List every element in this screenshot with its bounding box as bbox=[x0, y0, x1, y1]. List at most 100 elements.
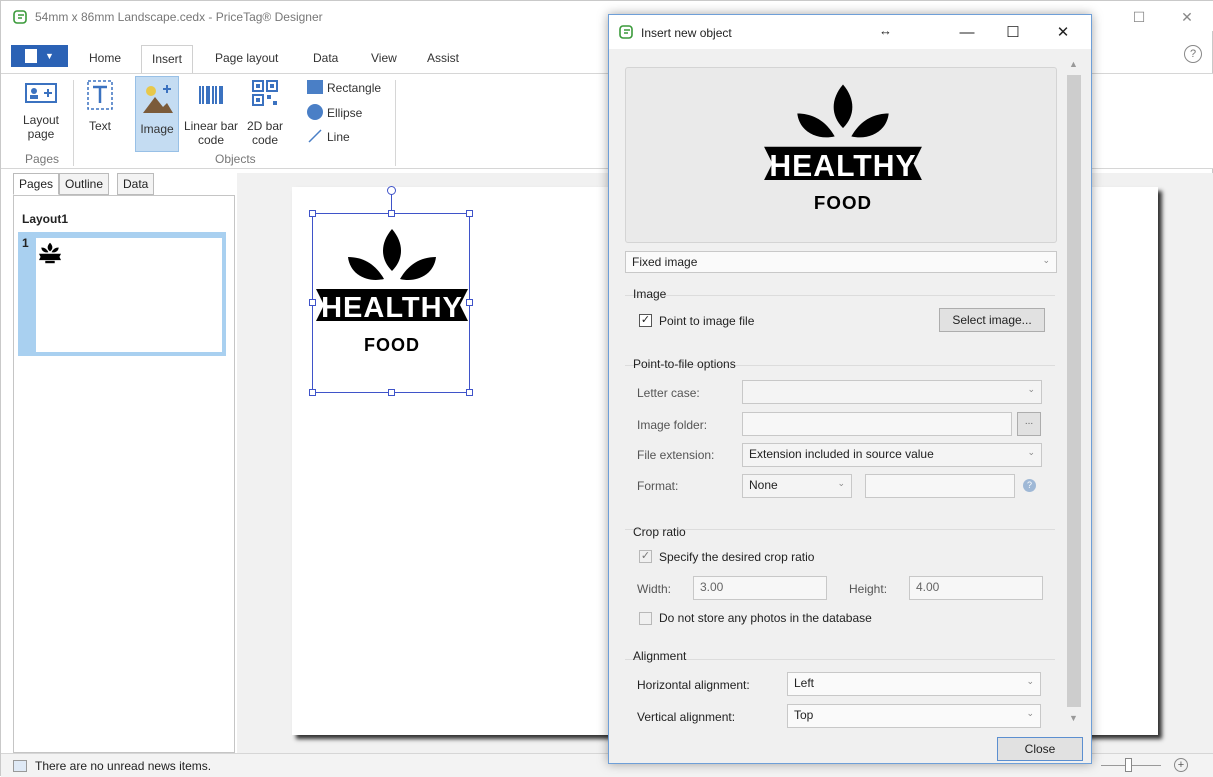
page-number: 1 bbox=[22, 236, 29, 250]
close-dialog-icon[interactable]: ✕ bbox=[1051, 21, 1075, 45]
line-button[interactable]: Line bbox=[307, 128, 350, 144]
chevron-down-icon: ⌄ bbox=[1027, 447, 1035, 457]
chevron-down-icon: ⌄ bbox=[1027, 384, 1035, 394]
app-logo-icon bbox=[619, 25, 633, 39]
dialog-title: Insert new object bbox=[641, 26, 732, 40]
rotation-handle[interactable] bbox=[387, 186, 396, 195]
zoom-slider-thumb[interactable] bbox=[1125, 758, 1132, 772]
ellipse-button[interactable]: Ellipse bbox=[307, 104, 362, 120]
chevron-down-icon: ⌄ bbox=[1026, 708, 1034, 718]
group-label-objects: Objects bbox=[215, 152, 256, 166]
format-select[interactable]: None ⌄ bbox=[742, 474, 852, 498]
crop-width-input[interactable]: 3.00 bbox=[693, 576, 827, 600]
tab-outline[interactable]: Outline bbox=[59, 173, 110, 195]
format-help-icon[interactable]: ? bbox=[1023, 479, 1036, 492]
horizontal-alignment-select[interactable]: Left ⌄ bbox=[787, 672, 1041, 696]
text-icon bbox=[87, 80, 113, 110]
crop-section-label: Crop ratio bbox=[633, 525, 686, 539]
horizontal-alignment-label: Horizontal alignment: bbox=[637, 678, 750, 692]
crop-height-input[interactable]: 4.00 bbox=[909, 576, 1043, 600]
format-input[interactable] bbox=[865, 474, 1015, 498]
insert-object-dialog: Insert new object ↔ — ☐ ✕ ▲ ▼ HEALTHY FO… bbox=[608, 14, 1092, 764]
resize-handle[interactable] bbox=[309, 389, 316, 396]
healthy-food-thumbnail-logo bbox=[39, 242, 61, 264]
tab-home[interactable]: Home bbox=[89, 51, 121, 65]
select-image-button[interactable]: Select image... bbox=[939, 308, 1045, 332]
alignment-section-label: Alignment bbox=[633, 649, 687, 663]
ellipse-icon bbox=[307, 104, 323, 120]
letter-case-select[interactable]: ⌄ bbox=[742, 380, 1042, 404]
scroll-down-icon[interactable]: ▼ bbox=[1069, 713, 1078, 723]
2d-bar-code-button[interactable]: 2D bar code bbox=[245, 78, 285, 147]
image-folder-label: Image folder: bbox=[637, 418, 708, 432]
document-icon bbox=[25, 49, 37, 63]
layout-name: Layout1 bbox=[22, 212, 69, 226]
maximize-button[interactable]: ☐ bbox=[1129, 7, 1149, 27]
resize-handle[interactable] bbox=[466, 389, 473, 396]
ellipse-label: Ellipse bbox=[327, 106, 363, 120]
file-extension-select[interactable]: Extension included in source value ⌄ bbox=[742, 443, 1042, 467]
app-logo-icon bbox=[13, 10, 27, 24]
vertical-alignment-value: Top bbox=[794, 708, 814, 722]
group-separator bbox=[73, 80, 74, 166]
text-button[interactable]: Text bbox=[81, 78, 119, 133]
resize-handle[interactable] bbox=[388, 389, 395, 396]
point-to-file-label: Point to image file bbox=[659, 314, 755, 328]
crop-section bbox=[625, 529, 1055, 530]
resize-handle[interactable] bbox=[466, 210, 473, 217]
image-button[interactable]: Image bbox=[135, 76, 179, 152]
linear-bar-code-button[interactable]: Linear bar code bbox=[183, 78, 239, 147]
tab-panel-data[interactable]: Data bbox=[117, 173, 155, 195]
browse-folder-button[interactable]: ... bbox=[1017, 412, 1041, 436]
layout-page-button[interactable]: Layout page bbox=[15, 80, 67, 141]
close-window-button[interactable]: ✕ bbox=[1177, 7, 1197, 27]
options-section-label: Point-to-file options bbox=[633, 357, 736, 371]
image-folder-input[interactable] bbox=[742, 412, 1012, 436]
chevron-down-icon: ⌄ bbox=[837, 478, 845, 488]
format-value: None bbox=[749, 478, 778, 492]
scrollbar-thumb[interactable] bbox=[1067, 75, 1081, 707]
scroll-up-icon[interactable]: ▲ bbox=[1069, 59, 1078, 69]
healthy-food-preview-logo: HEALTHY FOOD bbox=[764, 84, 922, 213]
image-section bbox=[625, 295, 1055, 296]
tab-assist[interactable]: Assist bbox=[427, 51, 459, 65]
page-thumbnail[interactable]: 1 bbox=[18, 232, 226, 356]
point-to-file-checkbox[interactable]: ✓ bbox=[639, 314, 652, 327]
tab-pages[interactable]: Pages bbox=[13, 173, 60, 195]
source-type-select[interactable]: Fixed image ⌄ bbox=[625, 251, 1057, 273]
app-window: 54mm x 86mm Landscape.cedx - PriceTag® D… bbox=[0, 0, 1213, 777]
vertical-alignment-select[interactable]: Top ⌄ bbox=[787, 704, 1041, 728]
no-store-photos-checkbox[interactable] bbox=[639, 612, 652, 625]
minimize-button[interactable]: — bbox=[955, 21, 979, 45]
2d-bar-code-label: 2D bar code bbox=[246, 119, 284, 147]
barcode-icon bbox=[199, 86, 223, 104]
resize-handle[interactable] bbox=[309, 210, 316, 217]
alignment-section bbox=[625, 659, 1055, 660]
resize-handle[interactable] bbox=[466, 299, 473, 306]
maximize-dialog-button[interactable]: ☐ bbox=[1001, 21, 1025, 45]
no-store-photos-label: Do not store any photos in the database bbox=[659, 611, 872, 625]
file-menu-button[interactable]: ▼ bbox=[11, 45, 68, 67]
news-status: There are no unread news items. bbox=[35, 759, 212, 773]
format-label: Format: bbox=[637, 479, 679, 493]
resize-handle[interactable] bbox=[309, 299, 316, 306]
layout-page-label: Layout page bbox=[22, 113, 60, 141]
specify-crop-label: Specify the desired crop ratio bbox=[659, 550, 815, 564]
tab-insert[interactable]: Insert bbox=[141, 45, 194, 74]
tab-data[interactable]: Data bbox=[313, 51, 338, 65]
group-label-pages: Pages bbox=[25, 152, 60, 166]
tab-view[interactable]: View bbox=[371, 51, 397, 65]
image-icon bbox=[143, 85, 173, 113]
dialog-scrollbar[interactable]: ▲ ▼ bbox=[1065, 55, 1083, 727]
specify-crop-checkbox[interactable]: ✓ bbox=[639, 550, 652, 563]
tab-page-layout[interactable]: Page layout bbox=[215, 51, 278, 65]
rectangle-icon bbox=[307, 80, 323, 94]
close-button[interactable]: Close bbox=[997, 737, 1083, 761]
zoom-in-icon[interactable]: + bbox=[1174, 758, 1188, 772]
image-label: Image bbox=[140, 122, 174, 136]
resize-handle[interactable] bbox=[388, 210, 395, 217]
source-type-value: Fixed image bbox=[632, 255, 698, 269]
file-extension-value: Extension included in source value bbox=[749, 447, 934, 461]
rectangle-button[interactable]: Rectangle bbox=[307, 80, 381, 95]
help-icon[interactable]: ? bbox=[1184, 45, 1202, 63]
